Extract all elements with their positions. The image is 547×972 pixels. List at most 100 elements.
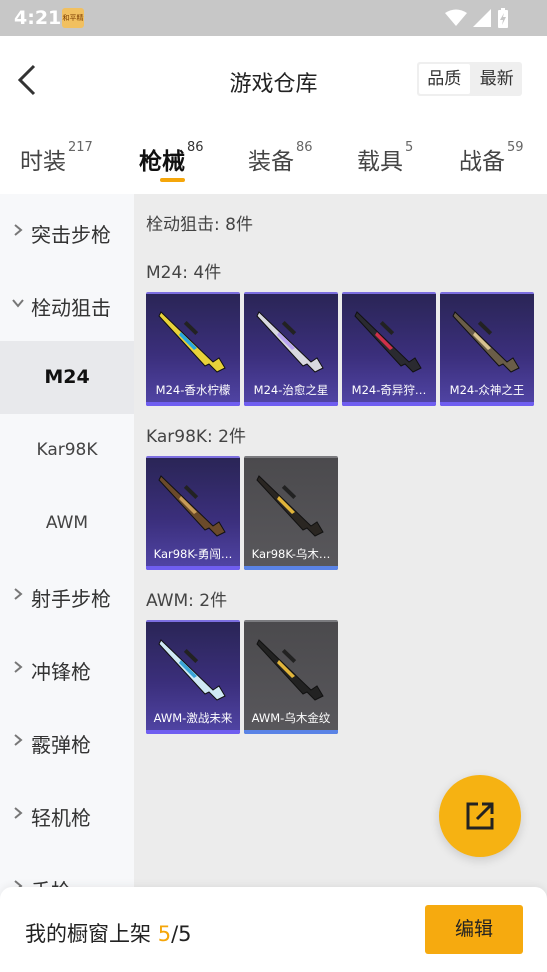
tab-label: 枪械 — [139, 149, 185, 175]
tab-guns[interactable]: 枪械86 — [139, 140, 204, 176]
rifle-icon — [256, 475, 324, 537]
status-bar: 4:21 和平精英 — [0, 0, 547, 36]
tab-supplies[interactable]: 战备59 — [459, 140, 524, 176]
rarity-bar — [146, 566, 240, 570]
sort-quality-button[interactable]: 品质 — [419, 64, 470, 94]
sidebar-item-label: M24 — [44, 366, 90, 388]
showcase-total: /5 — [171, 922, 192, 946]
chevron-right-icon — [14, 224, 23, 236]
category-tabs: 时装217 枪械86 装备86 载具5 战备59 — [0, 124, 547, 194]
sidebar-item-marksman-rifle[interactable]: 射手步枪 — [0, 560, 134, 633]
rarity-bar — [146, 402, 240, 406]
rifle-icon — [354, 311, 422, 373]
tab-fashion[interactable]: 时装217 — [20, 140, 93, 176]
sidebar-item-label: AWM — [45, 513, 89, 533]
card-row: M24-香水柠檬 M24-治愈之星 M24-奇异狩… M24-众神之王 — [146, 292, 534, 406]
chevron-right-icon — [14, 734, 23, 746]
rarity-bar — [244, 402, 338, 406]
sidebar-item-label: 冲锋枪 — [31, 660, 91, 684]
sort-toggle: 品质 最新 — [417, 62, 522, 96]
weapon-card[interactable]: M24-众神之王 — [440, 292, 534, 406]
group-heading: Kar98K: 2件 — [146, 427, 246, 447]
wifi-icon — [445, 9, 467, 26]
weapon-name: AWM-激战未来 — [153, 711, 233, 725]
section-summary: 栓动狙击: 8件 — [146, 215, 253, 235]
rifle-icon — [452, 311, 520, 373]
sidebar-item-smg[interactable]: 冲锋枪 — [0, 633, 134, 706]
weapon-name: AWM-乌木金纹 — [251, 711, 331, 725]
tab-label: 载具 — [357, 149, 403, 175]
sidebar-item-assault-rifle[interactable]: 突击步枪 — [0, 196, 134, 269]
sidebar-item-bolt-sniper[interactable]: 栓动狙击 — [0, 269, 134, 342]
tab-count: 217 — [68, 140, 93, 155]
showcase-bar: 我的橱窗上架 5/5 编辑 — [0, 887, 547, 972]
sidebar-item-label: Kar98K — [36, 440, 98, 460]
app-notification-icon: 和平精英 — [62, 8, 84, 28]
rarity-bar — [244, 730, 338, 734]
battery-icon — [498, 8, 508, 28]
status-icons — [445, 8, 509, 28]
share-icon — [466, 802, 494, 830]
rarity-bar — [146, 730, 240, 734]
tab-count: 59 — [507, 140, 524, 155]
weapon-name: M24-众神之王 — [449, 383, 525, 397]
sidebar: 突击步枪 栓动狙击 M24 Kar98K AWM 射手步枪 冲锋枪 霰弹枪 轻机… — [0, 194, 134, 972]
top-header: 游戏仓库 品质 最新 — [0, 36, 547, 124]
chevron-right-icon — [14, 588, 23, 600]
weapon-name: Kar98K-乌木… — [251, 547, 331, 561]
rarity-bar — [244, 566, 338, 570]
tab-label: 装备 — [248, 149, 294, 175]
rarity-bar — [440, 402, 534, 406]
card-row: Kar98K-勇闯… Kar98K-乌木… — [146, 456, 338, 570]
sidebar-item-lmg[interactable]: 轻机枪 — [0, 779, 134, 852]
sidebar-item-label: 突击步枪 — [31, 223, 111, 247]
chevron-right-icon — [14, 661, 23, 673]
sidebar-item-label: 轻机枪 — [31, 806, 91, 830]
signal-icon — [473, 9, 491, 27]
tab-count: 5 — [405, 140, 414, 155]
weapon-card[interactable]: Kar98K-乌木… — [244, 456, 338, 570]
rifle-icon — [158, 475, 226, 537]
active-tab-indicator — [160, 178, 185, 182]
rifle-icon — [158, 311, 226, 373]
tab-equipment[interactable]: 装备86 — [248, 140, 313, 176]
chevron-right-icon — [14, 807, 23, 819]
weapon-name: M24-奇异狩… — [351, 383, 427, 397]
rifle-icon — [256, 639, 324, 701]
tab-label: 战备 — [459, 149, 505, 175]
rifle-icon — [158, 639, 226, 701]
weapon-name: M24-香水柠檬 — [155, 383, 231, 397]
tab-label: 时装 — [20, 149, 66, 175]
group-heading: AWM: 2件 — [146, 591, 228, 611]
rifle-icon — [256, 311, 324, 373]
weapon-card[interactable]: AWM-乌木金纹 — [244, 620, 338, 734]
sidebar-item-label: 射手步枪 — [31, 587, 111, 611]
tab-count: 86 — [187, 140, 204, 155]
card-row: AWM-激战未来 AWM-乌木金纹 — [146, 620, 338, 734]
weapon-card[interactable]: M24-奇异狩… — [342, 292, 436, 406]
sidebar-item-label: 霰弹枪 — [31, 733, 91, 757]
showcase-count: 5 — [157, 922, 172, 946]
chevron-down-icon — [12, 299, 24, 308]
weapon-name: Kar98K-勇闯… — [153, 547, 233, 561]
weapon-card[interactable]: M24-香水柠檬 — [146, 292, 240, 406]
tab-count: 86 — [296, 140, 313, 155]
showcase-label: 我的橱窗上架 — [25, 922, 158, 946]
rarity-bar — [342, 402, 436, 406]
sidebar-item-shotgun[interactable]: 霰弹枪 — [0, 706, 134, 779]
share-fab-button[interactable] — [439, 775, 521, 857]
tab-vehicles[interactable]: 载具5 — [357, 140, 414, 176]
weapon-card[interactable]: M24-治愈之星 — [244, 292, 338, 406]
sidebar-item-awm[interactable]: AWM — [0, 487, 134, 560]
weapon-card[interactable]: Kar98K-勇闯… — [146, 456, 240, 570]
group-heading: M24: 4件 — [146, 263, 222, 283]
edit-button[interactable]: 编辑 — [425, 905, 523, 954]
sidebar-item-label: 栓动狙击 — [31, 296, 111, 320]
sidebar-item-kar98k[interactable]: Kar98K — [0, 414, 134, 487]
sidebar-item-m24[interactable]: M24 — [0, 341, 134, 414]
weapon-card[interactable]: AWM-激战未来 — [146, 620, 240, 734]
status-time: 4:21 — [14, 7, 62, 29]
sort-latest-button[interactable]: 最新 — [472, 62, 523, 96]
showcase-status: 我的橱窗上架 5/5 — [25, 918, 192, 948]
weapon-name: M24-治愈之星 — [253, 383, 329, 397]
